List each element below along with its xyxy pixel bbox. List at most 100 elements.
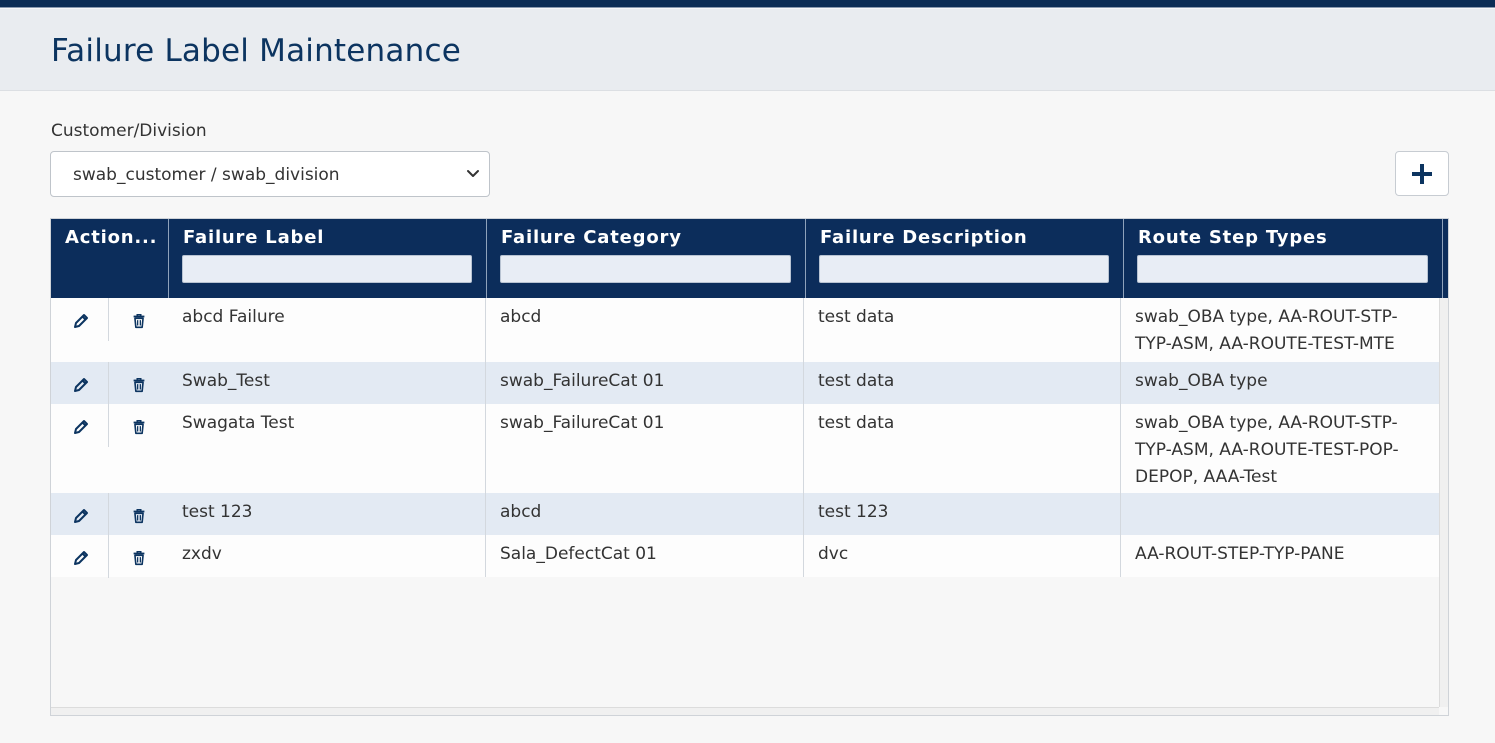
cell-text: test data	[818, 371, 895, 391]
route-step-types-filter-input[interactable]	[1137, 255, 1428, 283]
cell-description: test data	[804, 298, 1121, 362]
cell-text: swab_FailureCat 01	[500, 413, 665, 433]
cell-label: Swab_Test	[169, 362, 486, 404]
column-header-action[interactable]: Action...	[51, 219, 169, 298]
cell-text-line: swab_OBA type	[1135, 371, 1268, 391]
edit-button[interactable]	[70, 547, 92, 569]
action-cell	[51, 298, 168, 362]
action-cell	[51, 493, 168, 536]
failure-label-grid: Action... Failure Label Failure Category…	[50, 218, 1449, 716]
column-header-failure-category[interactable]: Failure Category	[487, 219, 806, 298]
cell-text: Swagata Test	[182, 413, 295, 433]
horizontal-scrollbar[interactable]	[51, 707, 1439, 715]
customer-division-select[interactable]: swab_customer / swab_division	[50, 151, 490, 197]
failure-category-filter-input[interactable]	[500, 255, 791, 283]
pencil-icon	[74, 551, 88, 565]
action-divider	[108, 298, 109, 341]
cell-text-line: DEPOP, AAA-Test	[1135, 467, 1278, 487]
cell-text-line: TYP-ASM, AA-ROUTE-TEST-POP-	[1135, 440, 1399, 460]
table-row[interactable]: zxdv Sala_DefectCat 01 dvc AA-ROUT-STEP-TYP…	[51, 535, 1439, 578]
cell-description: test data	[804, 362, 1121, 404]
cell-category: abcd	[486, 493, 804, 535]
page-header: Failure Label Maintenance	[0, 9, 1495, 91]
action-divider	[108, 535, 109, 578]
cell-text-line: swab_OBA type, AA-ROUT-STP-	[1135, 307, 1398, 327]
delete-button[interactable]	[128, 505, 150, 527]
table-row[interactable]: Swagata Test swab_FailureCat 01 test data s…	[51, 404, 1439, 493]
delete-button[interactable]	[128, 310, 150, 332]
cell-category: Sala_DefectCat 01	[486, 535, 804, 577]
pencil-icon	[74, 509, 88, 523]
cell-text: test data	[818, 413, 895, 433]
column-header-route-step-types[interactable]: Route Step Types	[1124, 219, 1443, 298]
table-row[interactable]: test 123 abcd test 123	[51, 493, 1439, 536]
cell-text: test 123	[818, 502, 889, 522]
grid-header: Action... Failure Label Failure Category…	[51, 219, 1448, 298]
chevron-down-icon	[467, 170, 479, 177]
delete-button[interactable]	[128, 374, 150, 396]
cell-label: Swagata Test	[169, 404, 486, 493]
customer-division-selected-value: swab_customer / swab_division	[73, 165, 340, 185]
column-title: Route Step Types	[1138, 227, 1328, 248]
pencil-icon	[74, 314, 88, 328]
column-title: Failure Label	[183, 227, 325, 248]
cell-text: abcd	[500, 307, 542, 327]
cell-text: test 123	[182, 502, 253, 522]
pencil-icon	[74, 420, 88, 434]
add-button[interactable]	[1395, 151, 1449, 196]
edit-button[interactable]	[70, 374, 92, 396]
trash-icon	[133, 419, 145, 435]
delete-button[interactable]	[128, 547, 150, 569]
cell-label: zxdv	[169, 535, 486, 577]
cell-text: Swab_Test	[182, 371, 270, 391]
delete-button[interactable]	[128, 416, 150, 438]
cell-label: abcd Failure	[169, 298, 486, 362]
cell-description: dvc	[804, 535, 1121, 577]
cell-route-step-types: swab_OBA type	[1121, 362, 1439, 404]
trash-icon	[133, 508, 145, 524]
cell-text-line: swab_OBA type, AA-ROUT-STP-	[1135, 413, 1398, 433]
edit-button[interactable]	[70, 310, 92, 332]
cell-category: swab_FailureCat 01	[486, 404, 804, 493]
column-title: Action...	[65, 227, 158, 248]
cell-category: swab_FailureCat 01	[486, 362, 804, 404]
vertical-scrollbar[interactable]	[1439, 298, 1448, 707]
cell-text: swab_FailureCat 01	[500, 371, 665, 391]
cell-text: test data	[818, 307, 895, 327]
column-title: Failure Description	[820, 227, 1028, 248]
cell-description: test data	[804, 404, 1121, 493]
edit-button[interactable]	[70, 416, 92, 438]
cell-label: test 123	[169, 493, 486, 535]
action-divider	[108, 493, 109, 536]
column-title: Failure Category	[501, 227, 682, 248]
pencil-icon	[74, 378, 88, 392]
cell-text: abcd Failure	[182, 307, 285, 327]
cell-text: Sala_DefectCat 01	[500, 544, 657, 564]
trash-icon	[133, 377, 145, 393]
plus-icon	[1412, 163, 1432, 184]
trash-icon	[133, 550, 145, 566]
cell-route-step-types: swab_OBA type, AA-ROUT-STP- TYP-ASM, AA-R…	[1121, 404, 1439, 493]
cell-category: abcd	[486, 298, 804, 362]
page-title: Failure Label Maintenance	[51, 33, 461, 69]
cell-route-step-types: swab_OBA type, AA-ROUT-STP- TYP-ASM, AA-R…	[1121, 298, 1439, 362]
cell-text: dvc	[818, 544, 849, 564]
customer-division-label: Customer/Division	[51, 121, 207, 141]
cell-description: test 123	[804, 493, 1121, 535]
failure-description-filter-input[interactable]	[819, 255, 1109, 283]
column-header-failure-description[interactable]: Failure Description	[806, 219, 1124, 298]
table-row[interactable]: abcd Failure abcd test data swab_OBA type, …	[51, 298, 1439, 362]
edit-button[interactable]	[70, 505, 92, 527]
cell-text-line: TYP-ASM, AA-ROUTE-TEST-MTE	[1135, 334, 1395, 354]
cell-text-line: AA-ROUT-STEP-TYP-PANE	[1135, 544, 1345, 564]
failure-label-filter-input[interactable]	[182, 255, 472, 283]
action-cell	[51, 404, 168, 493]
cell-text: abcd	[500, 502, 542, 522]
column-header-failure-label[interactable]: Failure Label	[169, 219, 487, 298]
top-bar	[0, 0, 1495, 8]
action-cell	[51, 362, 168, 405]
cell-route-step-types: AA-ROUT-STEP-TYP-PANE	[1121, 535, 1439, 577]
table-row[interactable]: Swab_Test swab_FailureCat 01 test data swab…	[51, 362, 1439, 405]
action-cell	[51, 535, 168, 578]
cell-text: zxdv	[182, 544, 222, 564]
